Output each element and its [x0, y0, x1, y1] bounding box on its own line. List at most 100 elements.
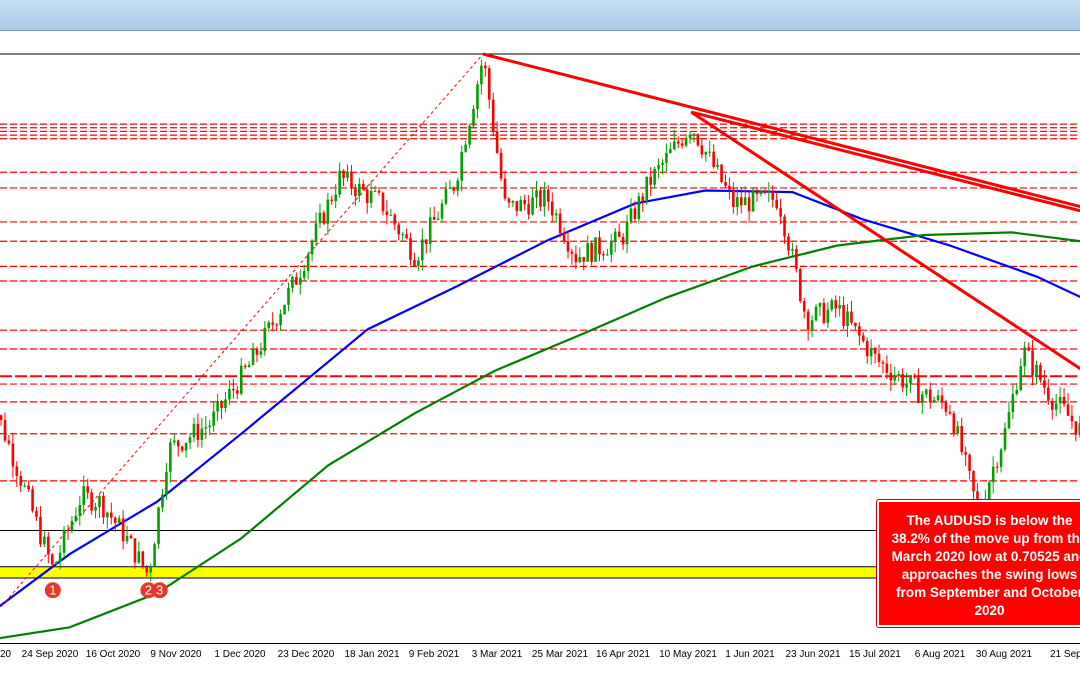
candle-body — [417, 260, 420, 266]
candle-body — [444, 188, 448, 204]
candle-body — [322, 212, 326, 224]
candle-body — [176, 440, 180, 447]
candle-body — [1015, 389, 1019, 395]
candle-body — [3, 420, 7, 441]
x-tick-label: 30 Aug 2021 — [975, 649, 1033, 660]
candle-body — [787, 236, 790, 251]
candle-body — [783, 216, 786, 237]
candle-body — [121, 518, 125, 542]
annotation-box: The AUDUSD is below the 38.2% of the mov… — [876, 499, 1080, 628]
candle-body — [1047, 387, 1050, 401]
candle-body — [275, 324, 278, 326]
candle-body — [621, 236, 625, 245]
candle-body — [1019, 366, 1023, 390]
candle-body — [917, 377, 920, 403]
candle-body — [141, 551, 145, 566]
candle-body — [566, 241, 570, 252]
candle-body — [452, 187, 456, 191]
candle-body — [846, 311, 849, 326]
candle-body — [818, 303, 822, 307]
candle-body — [610, 242, 613, 255]
candle-body — [661, 162, 664, 165]
candle-body — [1031, 350, 1034, 376]
candle-body — [165, 471, 168, 495]
candle-body — [373, 190, 377, 192]
candle-body — [310, 241, 314, 255]
x-tick-label: 23 Jun 2021 — [785, 649, 841, 660]
x-tick-label: 25 Mar 2021 — [531, 649, 589, 660]
candle-body — [50, 554, 54, 565]
candle-body — [228, 388, 231, 400]
candle-body — [1035, 365, 1038, 376]
candle-body — [23, 485, 26, 487]
candle-body — [909, 375, 912, 384]
x-tick-label: 21 Sep — [1050, 649, 1080, 660]
candle-body — [1062, 396, 1066, 405]
candle-body — [200, 428, 204, 440]
trend-line-2 — [690, 110, 1080, 371]
candle-body — [334, 194, 338, 202]
candle-body — [889, 372, 893, 381]
candle-body — [1070, 415, 1074, 422]
candle-body — [767, 191, 771, 193]
candle-body — [145, 565, 149, 573]
candle-body — [491, 99, 495, 132]
candle-body — [924, 389, 928, 395]
candle-body — [692, 134, 696, 136]
candle-body — [267, 322, 271, 328]
candle-body — [527, 204, 530, 215]
candle-body — [468, 125, 471, 145]
candle-body — [172, 440, 176, 443]
candle-body — [987, 482, 991, 500]
candle-body — [700, 145, 704, 155]
swing-low-label-1: 1 — [49, 583, 56, 598]
window-title-bar[interactable] — [0, 0, 1080, 31]
candle-body — [314, 223, 318, 242]
candle-body — [247, 364, 251, 368]
candle-body — [755, 189, 759, 195]
candle-body — [539, 190, 542, 207]
candle-body — [1066, 404, 1070, 416]
candle-body — [358, 183, 361, 197]
candle-body — [672, 141, 676, 150]
candle-body — [149, 567, 152, 573]
candle-body — [90, 492, 93, 511]
candle-body — [157, 507, 160, 545]
candle-body — [724, 182, 727, 186]
candle-body — [499, 152, 503, 179]
candle-body — [795, 249, 798, 270]
candle-body — [948, 411, 952, 414]
candle-body — [369, 191, 373, 203]
candle-body — [106, 512, 109, 518]
x-tick-label: 16 Oct 2020 — [85, 649, 141, 660]
candle-body — [515, 200, 519, 212]
candle-body — [842, 305, 845, 326]
candle-body — [617, 231, 621, 237]
candle-body — [480, 65, 483, 85]
candle-body — [598, 237, 601, 255]
candle-body — [861, 335, 865, 341]
candle-body — [873, 348, 877, 354]
candle-body — [208, 425, 212, 428]
chart-window: 1 23 20 24 Sep 2020 16 Oct 2020 9 Nov 2020 1 … — [0, 0, 1080, 675]
candle-body — [98, 495, 101, 508]
candle-body — [885, 363, 889, 373]
candle-body — [27, 485, 30, 490]
candle-body — [558, 213, 562, 234]
candle-body — [350, 171, 353, 189]
candle-body — [389, 214, 393, 216]
candle-body — [952, 413, 956, 434]
x-tick-label: 6 Aug 2021 — [914, 649, 966, 660]
candle-body — [822, 303, 826, 323]
candle-body — [531, 197, 534, 215]
candle-body — [43, 536, 46, 545]
candle-body — [960, 426, 964, 453]
candle-body — [554, 213, 558, 216]
candle-body — [582, 256, 586, 262]
candle-body — [94, 507, 97, 511]
x-tick-label: 23 Dec 2020 — [277, 649, 335, 660]
candle-body — [180, 446, 184, 451]
candle-body — [62, 529, 66, 553]
candle-body — [751, 189, 755, 212]
candle-body — [342, 170, 345, 178]
